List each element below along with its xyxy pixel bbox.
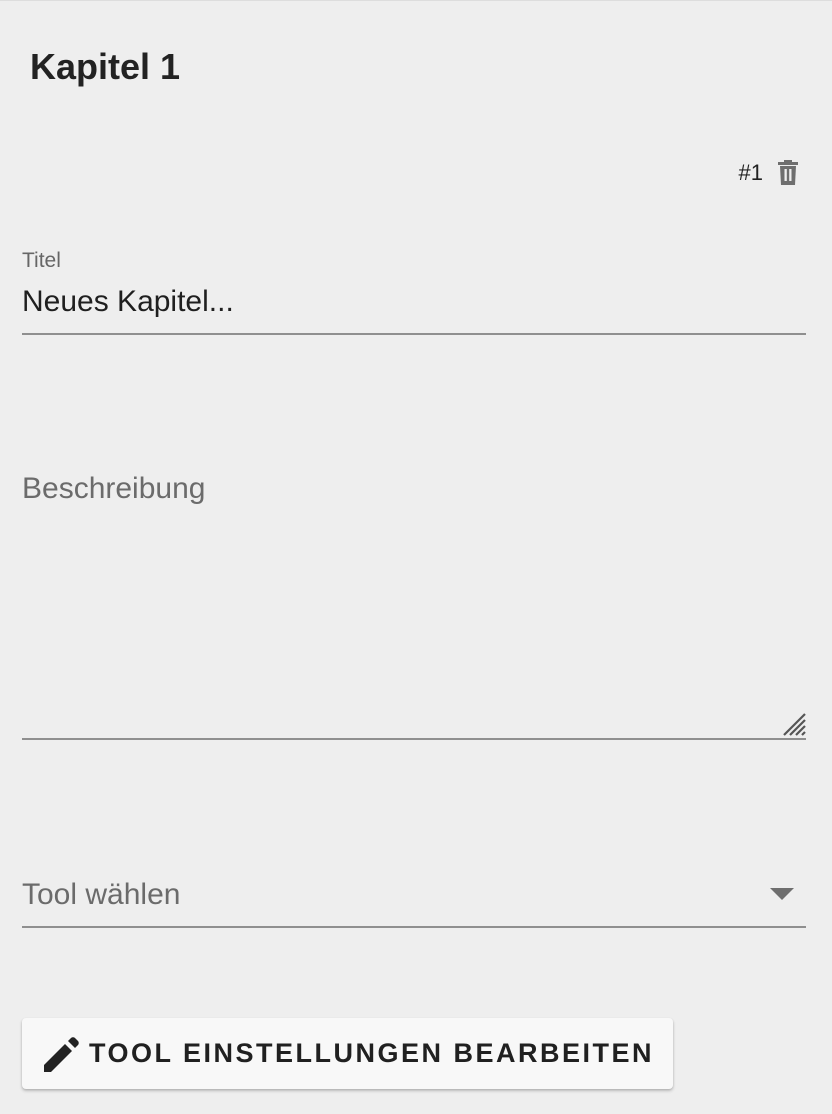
- resize-handle[interactable]: [778, 708, 806, 736]
- tool-select[interactable]: Tool wählen: [22, 856, 806, 928]
- chapter-number: #1: [738, 160, 763, 185]
- description-field: [22, 461, 806, 740]
- chevron-down-icon: [770, 888, 794, 900]
- delete-chapter-button[interactable]: [773, 156, 803, 190]
- chapter-editor-panel: Kapitel 1 #1 Titel Tool wählen: [0, 0, 832, 1114]
- resize-grip-icon: [783, 713, 806, 736]
- trash-icon: [778, 160, 798, 185]
- title-input[interactable]: [22, 282, 782, 322]
- edit-tool-settings-label: TOOL EINSTELLUNGEN BEARBEITEN: [88, 1038, 655, 1068]
- title-label: Titel: [22, 249, 61, 272]
- chapter-meta: #1: [739, 156, 803, 190]
- description-textarea[interactable]: [22, 461, 782, 719]
- pencil-icon: [39, 1033, 81, 1075]
- edit-tool-settings-button[interactable]: TOOL EINSTELLUNGEN BEARBEITEN: [22, 1018, 673, 1089]
- tool-select-placeholder: Tool wählen: [22, 878, 181, 911]
- title-field: Titel: [22, 244, 806, 335]
- chapter-title: Kapitel 1: [30, 46, 181, 87]
